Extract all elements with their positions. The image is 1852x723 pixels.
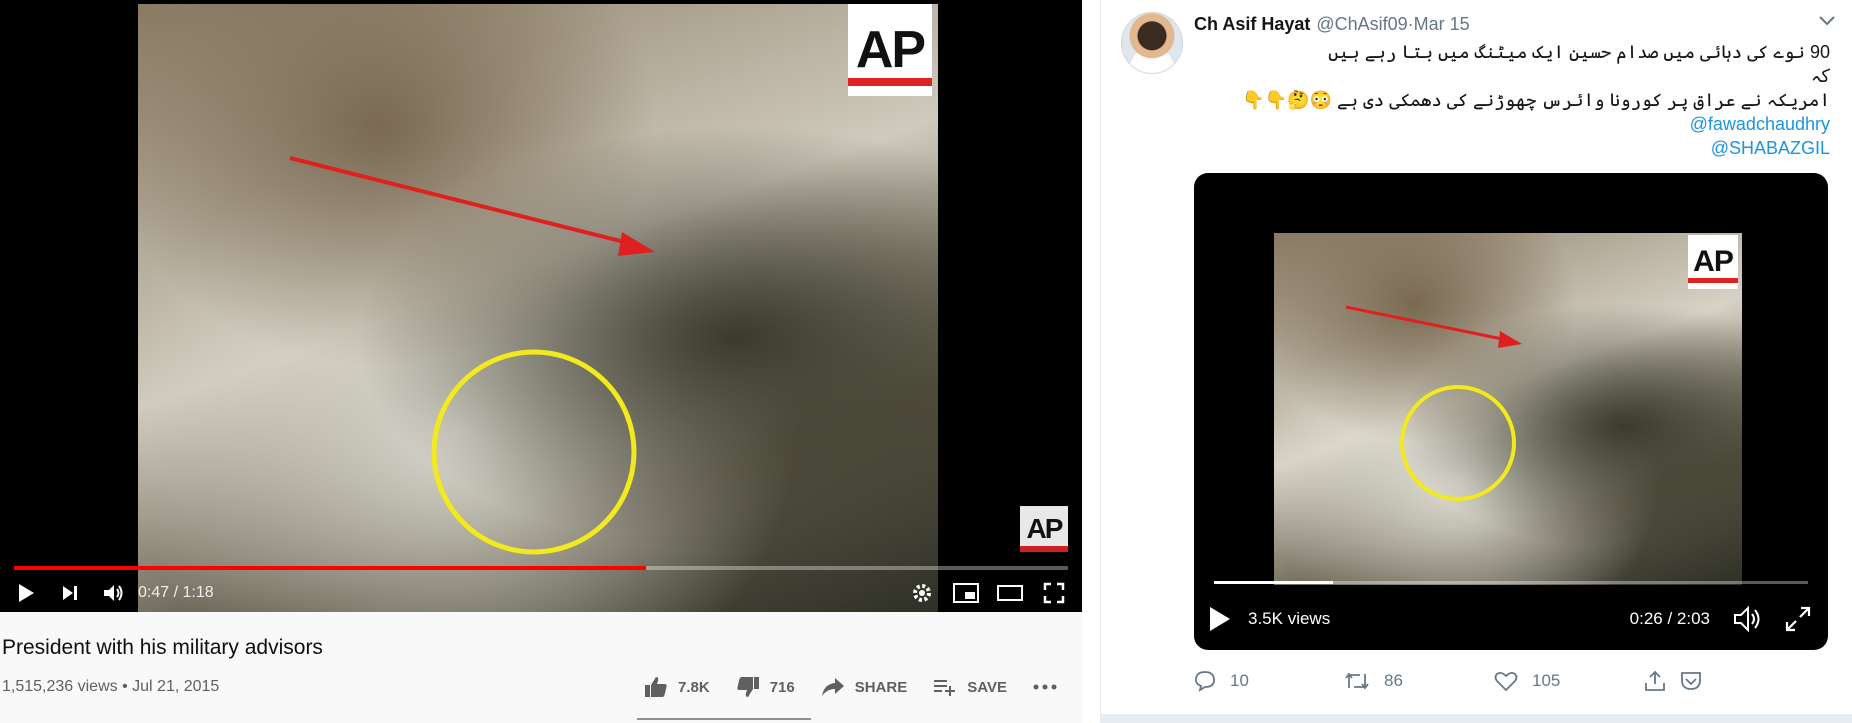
- right-controls: [896, 578, 1072, 608]
- fullscreen-icon: [1043, 582, 1065, 604]
- ap-corner-logo: AP: [1020, 506, 1068, 552]
- like-button[interactable]: 105: [1494, 670, 1644, 692]
- mention-link[interactable]: @fawadchaudhry: [1190, 112, 1830, 136]
- video-view-count: 3.5K views: [1248, 609, 1331, 628]
- play-button[interactable]: [1208, 605, 1232, 633]
- duration: 2:03: [1676, 609, 1710, 628]
- user-handle[interactable]: @ChAsif09: [1316, 14, 1407, 35]
- playlist-add-icon: [934, 680, 956, 696]
- share-icon: [1645, 670, 1665, 691]
- settings-button[interactable]: [904, 578, 940, 608]
- meta-dot: •: [117, 678, 133, 695]
- youtube-controls: 0:47 / 1:18: [0, 578, 1082, 608]
- play-button[interactable]: [8, 578, 44, 608]
- fullscreen-button[interactable]: [1784, 605, 1812, 633]
- share-label: SHARE: [854, 678, 908, 696]
- tweet-text-line-3: امریکہ نے عراق پر کورونا وائرس چھوڑنے کی…: [1242, 90, 1830, 110]
- bookmark-button[interactable]: [1680, 671, 1716, 691]
- more-horizontal-icon: [1033, 684, 1057, 690]
- share-button[interactable]: SHARE: [821, 677, 908, 697]
- annotation-arrow: [1345, 305, 1513, 343]
- tweet-menu-button[interactable]: [1818, 14, 1836, 32]
- save-button[interactable]: SAVE: [933, 677, 1007, 697]
- fullscreen-button[interactable]: [1036, 578, 1072, 608]
- youtube-video-player[interactable]: AP AP 0:47 / 1:18: [0, 0, 1082, 612]
- gear-icon: [913, 584, 931, 602]
- reply-count: 10: [1230, 671, 1249, 690]
- dislike-button[interactable]: 716: [736, 676, 795, 698]
- miniplayer-icon: [953, 583, 979, 603]
- view-count: 1,515,236 views: [2, 678, 118, 695]
- annotation-arrowhead: [1498, 331, 1522, 348]
- retweet-count: 86: [1384, 671, 1403, 690]
- mute-button[interactable]: [1732, 605, 1764, 633]
- mention-link[interactable]: @SHABAZGIL: [1190, 136, 1830, 160]
- tweet-actions: 10 86 105: [1194, 670, 1754, 692]
- thumbs-down-icon: [737, 677, 759, 697]
- save-label: SAVE: [967, 678, 1007, 696]
- play-icon: [1210, 607, 1230, 631]
- time-display: 0:47 / 1:18: [138, 584, 214, 602]
- youtube-progress-bar[interactable]: [14, 566, 1068, 570]
- dislike-count: 716: [769, 678, 795, 696]
- next-icon: [63, 586, 77, 600]
- like-count: 105: [1532, 671, 1561, 690]
- expand-icon: [1785, 606, 1811, 632]
- pocket-icon: [1681, 672, 1701, 690]
- video-annotations: [1345, 305, 1522, 501]
- more-actions-button[interactable]: [1033, 684, 1067, 690]
- current-time: 0:47: [138, 584, 170, 601]
- video-title: President with his military advisors: [2, 636, 323, 659]
- tweet-panel: Ch Asif Hayat @ChAsif09 · Mar 15 90 نوے …: [1101, 0, 1852, 723]
- tweet-video-progress[interactable]: [1214, 581, 1808, 584]
- avatar[interactable]: [1121, 12, 1183, 74]
- tweet-video-player[interactable]: AP 3.5K views 0:26 / 2:03: [1194, 173, 1828, 650]
- video-actions: 7.8K 716 SHARE SAVE: [644, 676, 1093, 698]
- tweet-date[interactable]: Mar 15: [1414, 14, 1470, 35]
- duration: 1:18: [182, 584, 214, 601]
- theater-button[interactable]: [992, 578, 1028, 608]
- timeline-separator: [1101, 714, 1852, 723]
- display-name[interactable]: Ch Asif Hayat: [1194, 14, 1310, 35]
- video-frame: [138, 4, 938, 612]
- volume-button[interactable]: [96, 578, 132, 608]
- video-time: 0:26 / 2:03: [1630, 609, 1710, 629]
- miniplayer-button[interactable]: [948, 578, 984, 608]
- reply-icon: [1195, 671, 1215, 692]
- upload-date: Jul 21, 2015: [132, 678, 220, 695]
- progress-played: [1214, 581, 1333, 584]
- annotation-circle: [1400, 385, 1516, 501]
- current-time: 0:26: [1629, 609, 1663, 628]
- volume-icon: [104, 585, 123, 601]
- share-icon: [821, 678, 844, 696]
- next-button[interactable]: [52, 578, 88, 608]
- ap-watermark: AP: [848, 4, 932, 96]
- play-icon: [19, 584, 34, 602]
- heart-icon: [1494, 671, 1518, 692]
- chevron-down-icon: [1819, 16, 1835, 26]
- tweet-header: Ch Asif Hayat @ChAsif09 · Mar 15: [1194, 14, 1470, 35]
- tweet-text-line-2: کہ: [1810, 66, 1830, 86]
- like-count: 7.8K: [678, 678, 710, 696]
- time-separator: /: [169, 584, 183, 601]
- time-separator: /: [1662, 609, 1677, 628]
- tweet-video-controls: 3.5K views 0:26 / 2:03: [1194, 599, 1828, 639]
- volume-icon: [1734, 605, 1760, 633]
- like-ratio-bar: [637, 718, 811, 720]
- retweet-button[interactable]: 86: [1344, 670, 1494, 692]
- tweet-text: 90 نوے کی دہائی میں صدام حسین ایک میٹنگ …: [1190, 40, 1830, 160]
- reply-button[interactable]: 10: [1194, 670, 1344, 692]
- tweet-text-line-1: 90 نوے کی دہائی میں صدام حسین ایک میٹنگ …: [1328, 42, 1830, 62]
- progress-played: [14, 566, 647, 570]
- video-meta: 1,515,236 views • Jul 21, 2015: [2, 678, 219, 696]
- like-button[interactable]: 7.8K: [644, 676, 710, 698]
- thumbs-up-icon: [645, 677, 667, 697]
- retweet-icon: [1345, 672, 1369, 690]
- youtube-panel: AP AP 0:47 / 1:18 President with his mil…: [0, 0, 1082, 723]
- theater-icon: [997, 585, 1023, 601]
- share-button[interactable]: [1644, 670, 1680, 692]
